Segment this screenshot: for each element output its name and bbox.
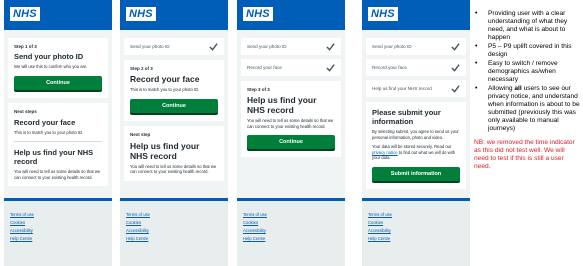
footer-link-help[interactable]: Help Centre bbox=[126, 235, 222, 243]
step-indicator: Step 3 of 3 bbox=[247, 87, 270, 92]
check-icon bbox=[451, 43, 460, 51]
note-item: Providing user with a clear understandin… bbox=[474, 10, 581, 42]
footer: Terms of use Cookies Accessibility Help … bbox=[120, 198, 228, 266]
current-step-card: Step 2 of 3 Record your face This is to … bbox=[124, 60, 224, 121]
check-icon bbox=[451, 64, 460, 72]
footer-link-accessibility[interactable]: Accessibility bbox=[126, 227, 222, 235]
note-text: Allowing bbox=[488, 85, 515, 92]
next-step-title: Help us find your NHS record bbox=[14, 148, 94, 167]
step-indicator: Step 1 of 3 bbox=[14, 44, 37, 49]
completed-step-row[interactable]: Record your face bbox=[241, 59, 341, 76]
next-steps-card: Next steps Record your face This is to m… bbox=[8, 102, 108, 187]
privacy-text: Your data will be stored securely. Read … bbox=[372, 144, 460, 161]
next-step-description: You will need to tell us some details so… bbox=[14, 169, 101, 180]
footer-link-cookies[interactable]: Cookies bbox=[368, 219, 464, 227]
design-notes: Providing user with a clear understandin… bbox=[474, 10, 581, 171]
notes-list: Providing user with a clear understandin… bbox=[474, 10, 581, 133]
next-step-title: Record your face bbox=[14, 117, 76, 127]
check-icon bbox=[451, 85, 460, 93]
footer-link-cookies[interactable]: Cookies bbox=[10, 219, 106, 227]
divider bbox=[14, 141, 102, 143]
nhs-logo[interactable]: NHS bbox=[368, 7, 398, 21]
next-step-title: Help us find your NHS record bbox=[130, 140, 200, 161]
footer-link-help[interactable]: Help Centre bbox=[10, 235, 106, 243]
nhs-header: NHS bbox=[362, 0, 470, 30]
footer-link-cookies[interactable]: Cookies bbox=[126, 219, 222, 227]
privacy-notice-link[interactable]: privacy notice bbox=[372, 150, 398, 155]
note-emphasis: all bbox=[514, 85, 522, 92]
next-step-description: This is to match you to your photo ID. bbox=[14, 129, 84, 135]
footer: Terms of use Cookies Accessibility Help … bbox=[362, 198, 470, 266]
nhs-logo[interactable]: NHS bbox=[243, 7, 273, 21]
current-step-card: Step 1 of 3 Send your photo ID We will u… bbox=[8, 38, 108, 98]
completed-step-row[interactable]: Send your photo ID bbox=[124, 38, 224, 55]
completed-step-label: Send your photo ID bbox=[372, 44, 412, 49]
nhs-header: NHS bbox=[120, 0, 228, 30]
step-description: This is to match you to your photo ID. bbox=[130, 87, 200, 92]
continue-button[interactable]: Continue bbox=[130, 98, 218, 113]
completed-step-row[interactable]: Send your photo ID bbox=[366, 38, 466, 55]
app-screen-step-1: NHS Step 1 of 3 Send your photo ID We wi… bbox=[4, 0, 112, 266]
current-step-card: Step 3 of 3 Help us find your NHS record… bbox=[241, 81, 341, 158]
step-title: Record your face bbox=[130, 74, 200, 84]
nhs-logo[interactable]: NHS bbox=[126, 7, 156, 21]
footer-link-help[interactable]: Help Centre bbox=[368, 235, 464, 243]
step-description: You will need to tell us some details so… bbox=[247, 118, 334, 129]
app-screen-submit: NHS Send your photo ID Record your face … bbox=[362, 0, 470, 266]
check-icon bbox=[209, 43, 218, 51]
app-screen-step-2: NHS Send your photo ID Step 2 of 3 Recor… bbox=[120, 0, 228, 266]
note-item: P5 – P9 uplift covered in this design bbox=[474, 43, 581, 59]
next-step-description: You will need to tell us some details so… bbox=[130, 163, 217, 175]
nb-note: NB: we removed the time indicator as thi… bbox=[474, 139, 575, 170]
check-icon bbox=[326, 43, 335, 51]
completed-step-label: Record your face bbox=[247, 65, 282, 70]
footer-link-cookies[interactable]: Cookies bbox=[243, 219, 339, 227]
footer-link-accessibility[interactable]: Accessibility bbox=[10, 227, 106, 235]
privacy-text-start: Your data will be stored securely. Read … bbox=[372, 144, 452, 150]
completed-step-row[interactable]: Record your face bbox=[366, 59, 466, 76]
completed-step-label: Send your photo ID bbox=[247, 44, 287, 49]
submit-information-button[interactable]: Submit information bbox=[372, 166, 460, 181]
completed-step-label: Help us find your NHS record bbox=[372, 86, 432, 91]
footer-link-terms[interactable]: Terms of use bbox=[10, 211, 106, 219]
next-step-heading: Next step bbox=[130, 131, 151, 137]
nhs-header: NHS bbox=[4, 0, 112, 30]
nhs-logo[interactable]: NHS bbox=[10, 7, 40, 21]
footer-link-accessibility[interactable]: Accessibility bbox=[243, 227, 339, 235]
continue-button[interactable]: Continue bbox=[14, 75, 102, 90]
footer: Terms of use Cookies Accessibility Help … bbox=[237, 198, 345, 266]
submit-title: Please submit your information bbox=[372, 108, 441, 126]
step-title: Help us find your NHS record bbox=[247, 95, 317, 115]
completed-step-label: Send your photo ID bbox=[130, 44, 170, 49]
footer-link-terms[interactable]: Terms of use bbox=[126, 211, 222, 219]
next-steps-heading: Next steps bbox=[14, 108, 37, 114]
step-indicator: Step 2 of 3 bbox=[130, 66, 153, 71]
completed-step-row[interactable]: Send your photo ID bbox=[241, 38, 341, 55]
consent-text: By selecting submit, you agree to send u… bbox=[372, 129, 459, 140]
completed-step-label: Record your face bbox=[372, 65, 407, 70]
step-title: Send your photo ID bbox=[14, 52, 84, 61]
continue-button[interactable]: Continue bbox=[247, 135, 335, 150]
footer-link-terms[interactable]: Terms of use bbox=[243, 211, 339, 219]
note-item: Allowing all users to see our privacy no… bbox=[474, 85, 581, 133]
submit-card: Please submit your information By select… bbox=[366, 102, 466, 189]
footer-link-accessibility[interactable]: Accessibility bbox=[368, 227, 464, 235]
note-item: Easy to switch / remove demographics as/… bbox=[474, 60, 581, 84]
check-icon bbox=[326, 64, 335, 72]
footer-link-terms[interactable]: Terms of use bbox=[368, 211, 464, 219]
nhs-header: NHS bbox=[237, 0, 345, 30]
note-text: users to see our privacy notice, and und… bbox=[488, 85, 580, 132]
footer-link-help[interactable]: Help Centre bbox=[243, 235, 339, 243]
completed-step-row[interactable]: Help us find your NHS record bbox=[366, 80, 466, 97]
step-description: We will use this to confirm who you are. bbox=[14, 64, 88, 69]
next-step-card: Next step Help us find your NHS record Y… bbox=[124, 125, 224, 181]
footer: Terms of use Cookies Accessibility Help … bbox=[4, 198, 112, 266]
app-screen-step-3: NHS Send your photo ID Record your face … bbox=[237, 0, 345, 266]
